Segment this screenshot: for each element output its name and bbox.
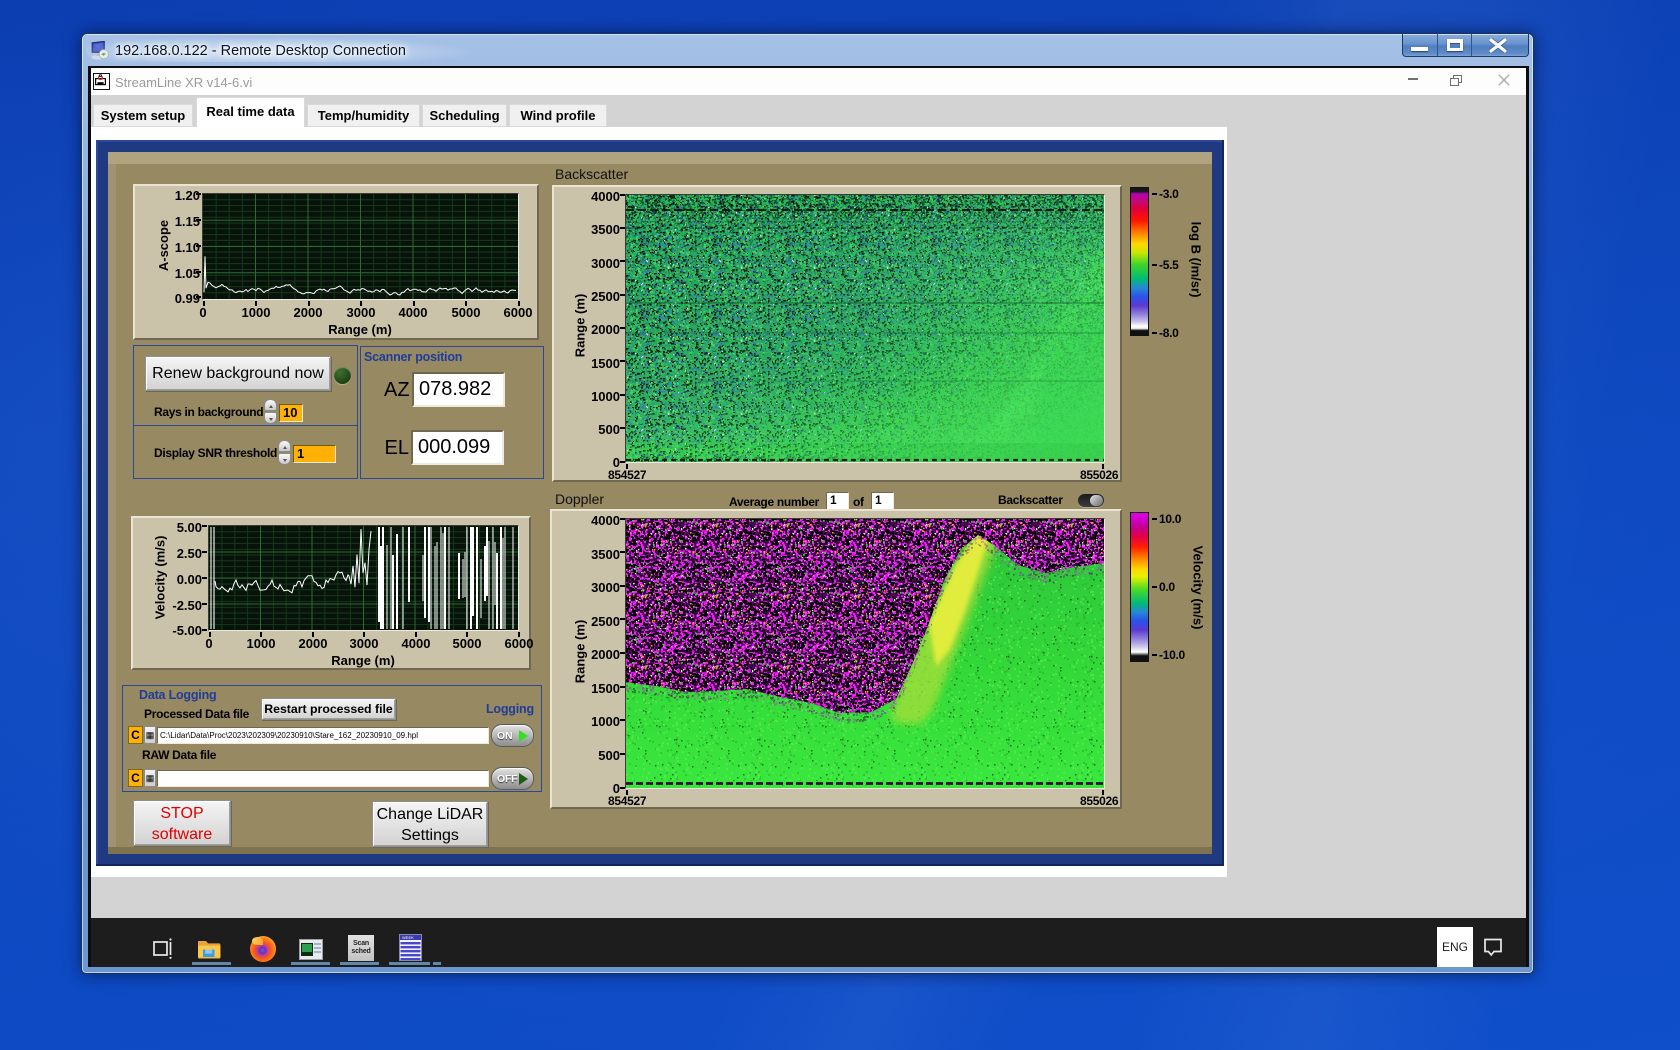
svg-text:WEEK: WEEK (402, 935, 414, 940)
